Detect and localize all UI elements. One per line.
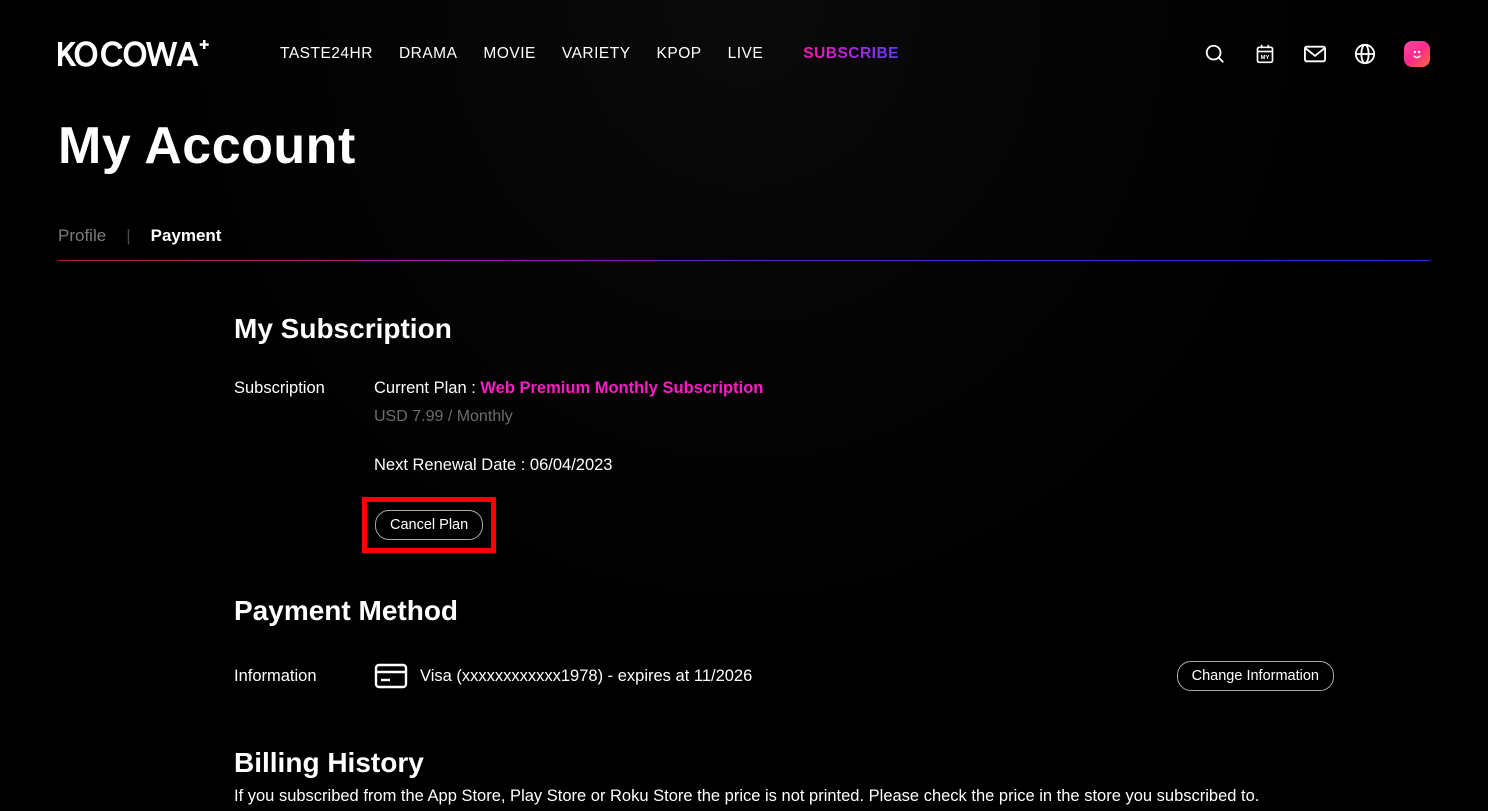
nav-subscribe[interactable]: SUBSCRIBE xyxy=(803,45,899,63)
cancel-plan-button[interactable]: Cancel Plan xyxy=(375,510,483,540)
avatar[interactable] xyxy=(1404,41,1430,67)
billing-history-section-title: Billing History xyxy=(234,747,1334,779)
billing-note: If you subscribed from the App Store, Pl… xyxy=(234,787,1334,806)
calendar-icon[interactable]: MY xyxy=(1254,43,1276,65)
subscription-section-title: My Subscription xyxy=(234,313,1334,345)
nav-kpop[interactable]: KPOP xyxy=(657,45,702,63)
renewal-date: 06/04/2023 xyxy=(530,456,613,474)
current-plan-name: Web Premium Monthly Subscription xyxy=(480,379,763,397)
site-header: TASTE24HR DRAMA MOVIE VARIETY KPOP LIVE … xyxy=(0,0,1488,80)
tab-profile[interactable]: Profile xyxy=(58,226,106,246)
account-tabs: Profile | Payment xyxy=(58,226,1430,246)
nav-variety[interactable]: VARIETY xyxy=(562,45,631,63)
tab-underline xyxy=(58,260,1430,261)
change-information-button[interactable]: Change Information xyxy=(1177,661,1334,691)
tab-payment[interactable]: Payment xyxy=(151,226,222,246)
search-icon[interactable] xyxy=(1204,43,1226,65)
current-plan-line: Current Plan : Web Premium Monthly Subsc… xyxy=(374,379,1334,398)
svg-text:MY: MY xyxy=(1261,55,1270,61)
renewal-date-line: Next Renewal Date : 06/04/2023 xyxy=(374,456,1334,475)
cancel-plan-highlight: Cancel Plan xyxy=(362,497,496,553)
brand-logo[interactable] xyxy=(58,34,216,74)
payment-info-label: Information xyxy=(234,667,374,686)
nav-live[interactable]: LIVE xyxy=(728,45,764,63)
header-actions: MY xyxy=(1204,41,1430,67)
nav-taste24hr[interactable]: TASTE24HR xyxy=(280,45,373,63)
primary-nav: TASTE24HR DRAMA MOVIE VARIETY KPOP LIVE … xyxy=(280,45,899,63)
payment-method-section-title: Payment Method xyxy=(234,595,1334,627)
renewal-prefix: Next Renewal Date : xyxy=(374,456,530,474)
page-title: My Account xyxy=(58,116,1430,176)
globe-icon[interactable] xyxy=(1354,43,1376,65)
subscription-label: Subscription xyxy=(234,379,374,398)
plan-price: USD 7.99 / Monthly xyxy=(374,408,1334,426)
tab-separator: | xyxy=(126,226,130,246)
nav-movie[interactable]: MOVIE xyxy=(483,45,535,63)
nav-drama[interactable]: DRAMA xyxy=(399,45,457,63)
current-plan-prefix: Current Plan : xyxy=(374,379,480,397)
card-text: Visa (xxxxxxxxxxxx1978) - expires at 11/… xyxy=(420,667,1177,686)
mail-icon[interactable] xyxy=(1304,43,1326,65)
credit-card-icon xyxy=(374,663,408,689)
